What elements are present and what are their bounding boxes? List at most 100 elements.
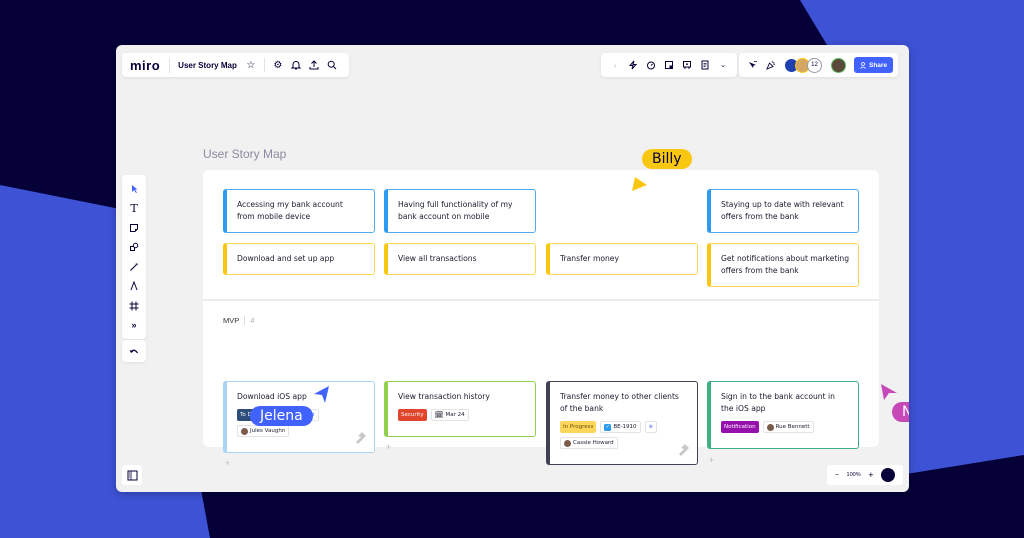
release-count: 4 xyxy=(250,316,255,325)
chevron-double-down-icon[interactable]: ⌄ xyxy=(714,56,732,74)
task-title: Sign in to the bank account in the iOS a… xyxy=(721,392,835,413)
avatar-group[interactable]: 12 xyxy=(784,57,822,73)
star-icon[interactable]: ☆ xyxy=(242,56,260,74)
task-card[interactable]: Sign in to the bank account in the iOS a… xyxy=(707,381,859,449)
celebrate-icon[interactable] xyxy=(762,56,780,74)
presentation-icon[interactable] xyxy=(678,56,696,74)
card-text: View all transactions xyxy=(398,254,477,263)
task-title: Download iOS app xyxy=(237,392,307,401)
assignee-tag[interactable]: Rue Bennett xyxy=(762,421,814,433)
settings-icon[interactable]: ⚙ xyxy=(269,56,287,74)
card-text: Download and set up app xyxy=(237,254,335,263)
release-name: MVP xyxy=(223,316,240,325)
checkbox-icon: ✓ xyxy=(604,423,612,431)
activity-card[interactable]: Accessing my bank account from mobile de… xyxy=(223,189,375,233)
miro-logo[interactable]: miro xyxy=(130,57,171,73)
undo-button[interactable] xyxy=(122,340,146,362)
frame-label[interactable]: User Story Map xyxy=(203,147,286,161)
cursor-label: Jelena xyxy=(250,406,313,426)
divider xyxy=(263,58,265,72)
avatar xyxy=(564,439,571,447)
card-text: Accessing my bank account from mobile de… xyxy=(237,200,343,221)
task-title: View transaction history xyxy=(398,392,490,401)
sticky-note-icon[interactable] xyxy=(660,56,678,74)
search-icon[interactable] xyxy=(323,56,341,74)
left-toolbar: T » xyxy=(122,175,146,339)
release-label[interactable]: MVP 4 xyxy=(223,316,254,325)
card-text: Having full functionality of my bank acc… xyxy=(398,200,513,221)
step-card[interactable]: Get notifications about marketing offers… xyxy=(707,243,859,287)
share-button[interactable]: Share xyxy=(854,57,894,73)
assignee-tag[interactable]: Jules Vaughn xyxy=(237,425,290,437)
date-tag[interactable]: 🗓 Mar 24 xyxy=(430,409,469,421)
activity-card[interactable]: Staying up to date with relevant offers … xyxy=(707,189,859,233)
board-title[interactable]: User Story Map xyxy=(178,61,242,70)
sidebar-panel-icon xyxy=(127,470,137,480)
select-icon[interactable] xyxy=(125,179,143,199)
cursor-label: Nima xyxy=(892,402,909,422)
cursor-arrow-icon xyxy=(881,384,897,400)
status-badge[interactable]: In Progress xyxy=(560,421,597,433)
cursor-label: Billy xyxy=(642,149,692,169)
avatar xyxy=(241,427,248,435)
miro-window: miro User Story Map ☆ ⚙ › ⌄ 12 Share T »… xyxy=(116,45,909,492)
jira-icon xyxy=(356,432,366,444)
chevron-right-icon[interactable]: › xyxy=(606,56,624,74)
assignee-tag[interactable]: Cassie Howard xyxy=(560,437,618,449)
assignee-name: Cassie Howard xyxy=(573,440,614,446)
divider xyxy=(244,316,246,325)
connection-line-icon[interactable] xyxy=(125,277,143,297)
bell-icon[interactable] xyxy=(287,56,305,74)
task-card[interactable]: View transaction history Security 🗓 Mar 2… xyxy=(384,381,536,437)
pen-icon[interactable] xyxy=(125,257,143,277)
assignee-name: Jules Vaughn xyxy=(250,428,286,434)
collaboration-panel: 12 Share xyxy=(739,53,899,77)
calendar-icon: 🗓 xyxy=(434,411,444,419)
task-title: Transfer money to other clients of the b… xyxy=(560,392,679,413)
assignee-name: Rue Bennett xyxy=(775,424,810,430)
issue-id: BE-1910 xyxy=(613,424,637,430)
label-tag[interactable]: Security xyxy=(398,409,427,421)
avatar xyxy=(766,423,774,431)
release-divider xyxy=(203,299,879,301)
undo-icon xyxy=(129,349,138,354)
upload-icon[interactable] xyxy=(305,56,323,74)
user-icon xyxy=(860,61,866,69)
top-tools-panel: › ⌄ xyxy=(601,53,737,77)
step-card[interactable]: Download and set up app xyxy=(223,243,375,275)
step-card[interactable]: Transfer money xyxy=(546,243,698,275)
document-icon[interactable] xyxy=(696,56,714,74)
share-label: Share xyxy=(869,61,888,69)
activity-card[interactable]: Having full functionality of my bank acc… xyxy=(384,189,536,233)
shapes-icon[interactable] xyxy=(125,238,143,258)
text-icon[interactable]: T xyxy=(125,199,143,219)
task-card[interactable]: Transfer money to other clients of the b… xyxy=(546,381,698,465)
step-card[interactable]: View all transactions xyxy=(384,243,536,275)
cursor-flag-icon[interactable] xyxy=(744,56,762,74)
add-card-icon[interactable]: + xyxy=(709,455,714,465)
card-text: Get notifications about marketing offers… xyxy=(721,254,850,275)
issue-tag[interactable]: ✓ BE-1910 xyxy=(600,421,641,433)
help-button[interactable]: ? xyxy=(881,468,896,482)
timer-icon[interactable] xyxy=(642,56,660,74)
zoom-out-button[interactable]: − xyxy=(835,472,839,479)
priority-icon[interactable]: ≋ xyxy=(644,421,658,433)
more-tools-icon[interactable]: » xyxy=(125,316,143,336)
cursor-arrow-icon xyxy=(314,386,329,403)
label-tag[interactable]: Notification xyxy=(721,421,759,433)
sticky-note-icon[interactable] xyxy=(125,218,143,238)
due-date: Mar 24 xyxy=(445,412,465,418)
add-card-icon[interactable]: + xyxy=(386,442,391,452)
zoom-level[interactable]: 100% xyxy=(847,472,861,478)
board-header-panel: miro User Story Map ☆ ⚙ xyxy=(122,53,349,77)
board-panel-toggle[interactable] xyxy=(122,465,142,485)
zoom-controls: − 100% + ? xyxy=(827,465,903,485)
add-card-icon[interactable]: + xyxy=(225,458,230,468)
participant-count-badge[interactable]: 12 xyxy=(807,57,822,73)
frame-icon[interactable] xyxy=(125,296,143,316)
jira-icon xyxy=(679,444,689,456)
card-text: Transfer money xyxy=(560,254,619,263)
lightning-icon[interactable] xyxy=(624,56,642,74)
zoom-in-button[interactable]: + xyxy=(868,470,873,480)
current-user-avatar[interactable] xyxy=(831,57,846,73)
